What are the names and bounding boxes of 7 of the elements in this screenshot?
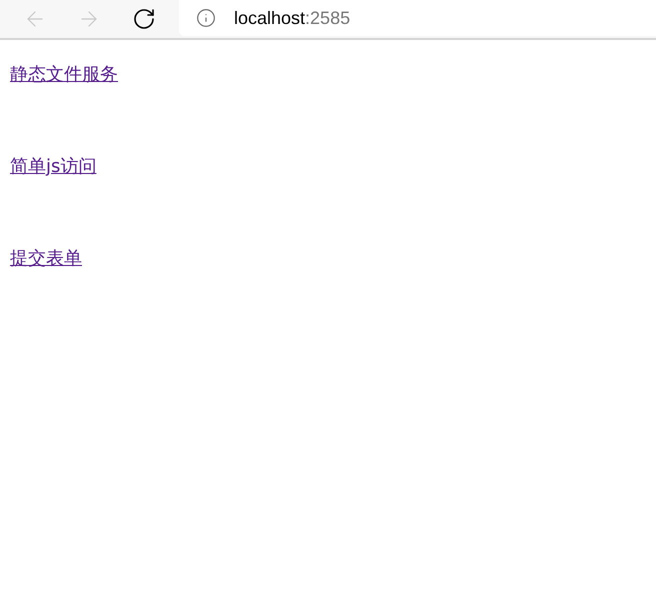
page-link[interactable]: 静态文件服务 [10, 62, 118, 88]
info-icon [196, 8, 216, 28]
page-link[interactable]: 简单js访问 [10, 154, 96, 180]
url-text: localhost:2585 [234, 6, 350, 30]
page-link[interactable]: 提交表单 [10, 246, 82, 272]
refresh-icon [132, 7, 156, 31]
address-bar[interactable]: localhost:2585 [179, 0, 656, 36]
